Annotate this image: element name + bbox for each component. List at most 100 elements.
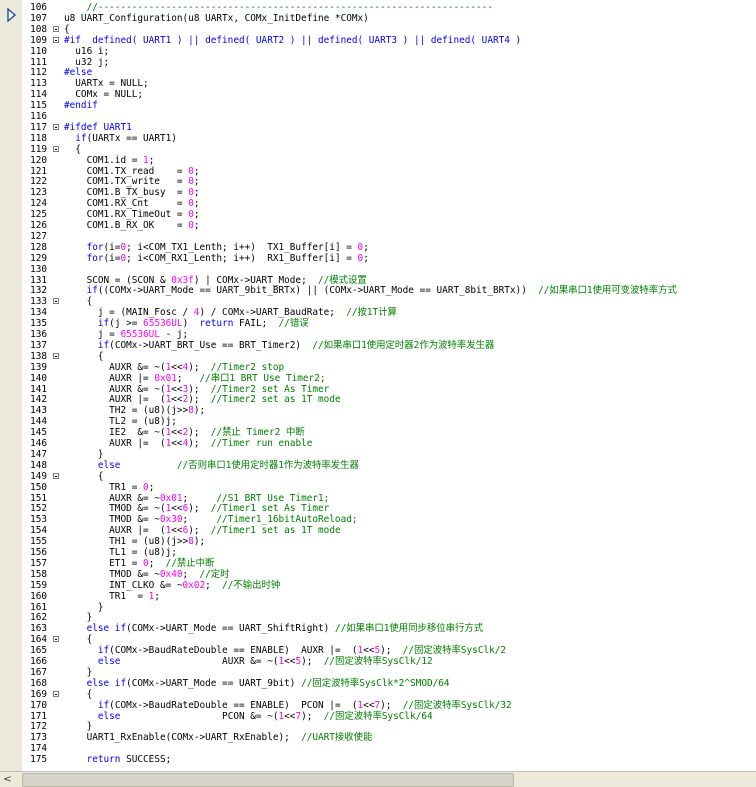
code-text: #endif (64, 100, 98, 111)
fold-toggle-icon[interactable] (53, 471, 62, 482)
code-line[interactable]: 129 for(i=0; i<COM_RX1_Lenth; i++) RX1_B… (0, 253, 756, 264)
code-line[interactable]: 125 COM1.RX_TimeOut = 0; (0, 209, 756, 220)
code-line[interactable]: 156 TL1 = (u8)j; (0, 547, 756, 558)
code-line[interactable]: 161 } (0, 602, 756, 613)
code-line[interactable]: 117 #ifdef UART1 (0, 122, 756, 133)
fold-toggle-icon[interactable] (53, 296, 62, 307)
code-line[interactable]: 116 (0, 111, 756, 122)
code-line[interactable]: 148 else //否则串口1使用定时器1作为波特率发生器 (0, 460, 756, 471)
code-line[interactable]: 157 ET1 = 0; //禁止中断 (0, 558, 756, 569)
code-line[interactable]: 159 INT_CLKO &= ~0x02; //不输出时钟 (0, 580, 756, 591)
code-line[interactable]: 146 AUXR |= (1<<4); //Timer run enable (0, 438, 756, 449)
code-line[interactable]: 173 UART1_RxEnable(COMx->UART_RxEnable);… (0, 732, 756, 743)
code-line[interactable]: 119 { (0, 144, 756, 155)
fold-toggle-icon[interactable] (53, 35, 62, 46)
code-text: IE2 &= ~(1<<2); //禁止 Timer2 中断 (64, 427, 305, 438)
line-number: 174 (30, 743, 47, 755)
code-line[interactable]: 111 u32 j; (0, 57, 756, 68)
code-line[interactable]: 153 TMOD &= ~0x30; //Timer1_16bitAutoRel… (0, 514, 756, 525)
code-line[interactable]: 138 { (0, 351, 756, 362)
code-token: AUXR |= ( (64, 438, 166, 449)
horizontal-scrollbar[interactable]: < (0, 771, 756, 787)
code-line[interactable]: 172 } (0, 721, 756, 732)
code-line[interactable]: 144 TL2 = (u8)j; (0, 416, 756, 427)
code-line[interactable]: 135 if(j >= 65536UL) return FAIL; //错误 (0, 318, 756, 329)
code-token: ; (182, 568, 200, 580)
code-line[interactable]: 151 AUXR &= ~0x01; //S1 BRT Use Timer1; (0, 493, 756, 504)
fold-toggle-icon[interactable] (53, 24, 62, 35)
code-token: { (64, 350, 104, 362)
code-line[interactable]: 147 } (0, 449, 756, 460)
code-line[interactable]: 118 if(UARTx == UART1) (0, 133, 756, 144)
code-token: u8 UART_Configuration(u8 UARTx, COMx_Ini… (64, 12, 369, 24)
code-line[interactable]: 120 COM1.id = 1; (0, 155, 756, 166)
code-line[interactable]: 108 { (0, 24, 756, 35)
code-line[interactable]: 115 #endif (0, 100, 756, 111)
code-token: UARTx = NULL; (64, 78, 149, 90)
code-line[interactable]: 132 if((COMx->UART_Mode == UART_9bit_BRT… (0, 285, 756, 296)
code-line[interactable]: 106 //----------------------------------… (0, 2, 756, 13)
code-line[interactable]: 160 TR1 = 1; (0, 591, 756, 602)
code-token: ); (188, 394, 211, 406)
code-line[interactable]: 127 (0, 231, 756, 242)
code-line[interactable]: 109 #if defined( UART1 ) || defined( UART… (0, 35, 756, 46)
code-line[interactable]: 165 if(COMx->BaudRateDouble == ENABLE) A… (0, 645, 756, 656)
code-line[interactable]: 107 u8 UART_Configuration(u8 UARTx, COMx_… (0, 13, 756, 24)
code-line[interactable]: 112 #else (0, 67, 756, 78)
line-number: 128 (30, 241, 47, 253)
code-line[interactable]: 136 j = 65536UL - j; (0, 329, 756, 340)
code-line[interactable]: 163 else if(COMx->UART_Mode == UART_Shif… (0, 623, 756, 634)
code-line[interactable]: 166 else AUXR &= ~(1<<5); //固定波特率SysClk/… (0, 656, 756, 667)
fold-toggle-icon[interactable] (53, 634, 62, 645)
code-line[interactable]: 113 UARTx = NULL; (0, 78, 756, 89)
code-line[interactable]: 143 TH2 = (u8)(j>>8); (0, 405, 756, 416)
code-line[interactable]: 114 COMx = NULL; (0, 89, 756, 100)
code-line[interactable]: 133 { (0, 296, 756, 307)
chevron-left-icon[interactable]: < (2, 774, 13, 785)
code-text: for(i=0; i<COM_TX1_Lenth; i++) TX1_Buffe… (64, 242, 369, 253)
code-line[interactable]: 131 SCON = (SCON & 0x3f) | COMx->UART_Mo… (0, 275, 756, 286)
code-line[interactable]: 137 if(COMx->UART_BRT_Use == BRT_Timer2)… (0, 340, 756, 351)
code-line[interactable]: 130 (0, 264, 756, 275)
code-line[interactable]: 164 { (0, 634, 756, 645)
code-line[interactable]: 158 TMOD &= ~0x40; //定时 (0, 569, 756, 580)
code-line[interactable]: 168 else if(COMx->UART_Mode == UART_9bit… (0, 678, 756, 689)
code-line[interactable]: 169 { (0, 689, 756, 700)
code-line[interactable]: 122 COM1.TX_write = 0; (0, 176, 756, 187)
code-line[interactable]: 126 COM1.B_RX_OK = 0; (0, 220, 756, 231)
fold-toggle-icon[interactable] (53, 122, 62, 133)
code-line[interactable]: 141 AUXR &= ~(1<<3); //Timer2 set As Tim… (0, 384, 756, 395)
code-text: SCON = (SCON & 0x3f) | COMx->UART_Mode; … (64, 275, 367, 286)
code-line[interactable]: 140 AUXR |= 0x01; //串口1 BRT Use Timer2; (0, 373, 756, 384)
code-line[interactable]: 155 TH1 = (u8)(j>>8); (0, 536, 756, 547)
fold-toggle-icon[interactable] (53, 689, 62, 700)
code-line[interactable]: 150 TR1 = 0; (0, 482, 756, 493)
code-line[interactable]: 167 } (0, 667, 756, 678)
code-line[interactable]: 145 IE2 &= ~(1<<2); //禁止 Timer2 中断 (0, 427, 756, 438)
code-text: COM1.RX_TimeOut = 0; (64, 209, 200, 220)
code-line[interactable]: 170 if(COMx->BaudRateDouble == ENABLE) P… (0, 700, 756, 711)
code-line[interactable]: 123 COM1.B_TX_busy = 0; (0, 187, 756, 198)
code-line[interactable]: 110 u16 i; (0, 46, 756, 57)
code-line[interactable]: 174 (0, 743, 756, 754)
code-line[interactable]: 121 COM1.TX_read = 0; (0, 166, 756, 177)
fold-toggle-icon[interactable] (53, 351, 62, 362)
scroll-thumb[interactable] (22, 773, 514, 787)
code-editor[interactable]: 106 //----------------------------------… (0, 0, 756, 771)
code-text: AUXR |= (1<<2); //Timer2 set as 1T mode (64, 394, 340, 406)
code-token: AUXR &= ~ (64, 492, 160, 504)
code-line[interactable]: 139 AUXR &= ~(1<<4); //Timer2 stop (0, 362, 756, 373)
code-line[interactable]: 124 COM1.RX_Cnt = 0; (0, 198, 756, 209)
code-line[interactable]: 149 { (0, 471, 756, 482)
code-line[interactable]: 128 for(i=0; i<COM_TX1_Lenth; i++) TX1_B… (0, 242, 756, 253)
code-line[interactable]: 162 } (0, 612, 756, 623)
code-line[interactable]: 171 else PCON &= ~(1<<7); //固定波特率SysClk/… (0, 711, 756, 722)
code-line[interactable]: 152 TMOD &= ~(1<<6); //Timer1 set As Tim… (0, 503, 756, 514)
code-line[interactable]: 142 AUXR |= (1<<2); //Timer2 set as 1T m… (0, 394, 756, 405)
code-line[interactable]: 175 return SUCCESS; (0, 754, 756, 765)
code-line[interactable]: 154 AUXR |= (1<<6); //Timer1 set as 1T m… (0, 525, 756, 536)
code-line[interactable]: 134 j = (MAIN_Fosc / 4) / COMx->UART_Bau… (0, 307, 756, 318)
fold-toggle-icon[interactable] (53, 144, 62, 155)
